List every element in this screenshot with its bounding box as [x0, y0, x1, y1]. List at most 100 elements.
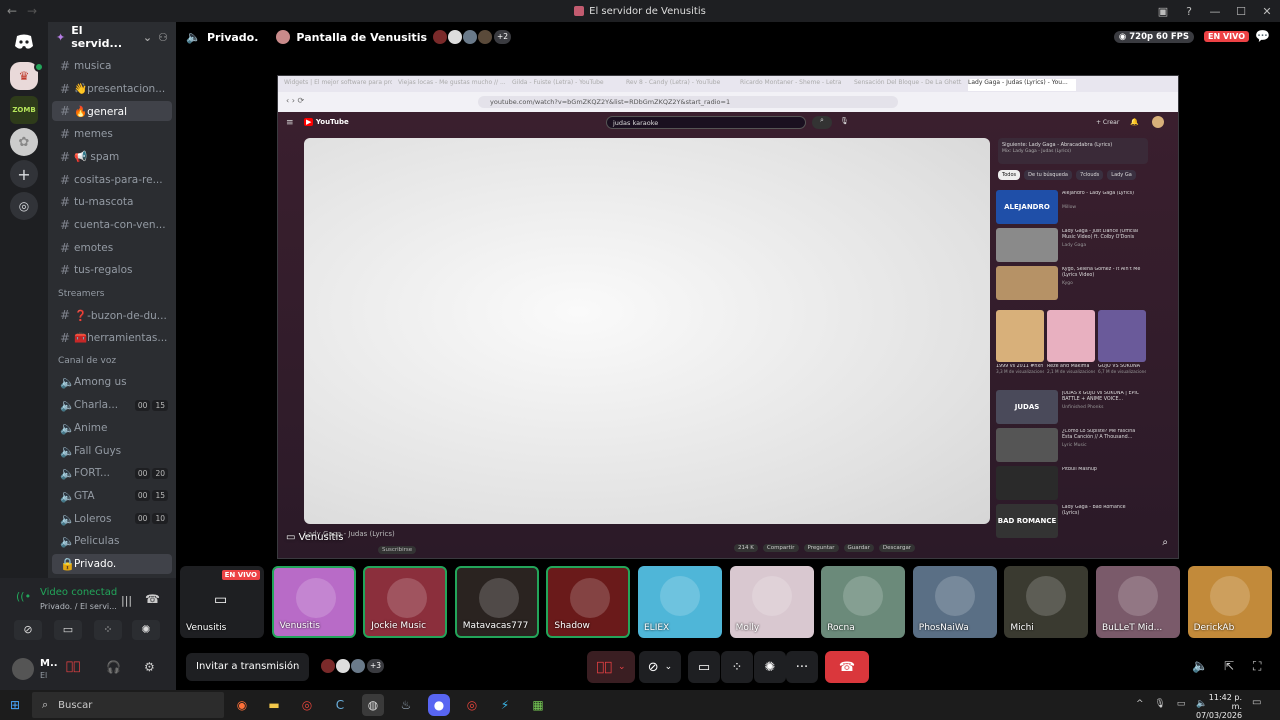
mic-muted-icon[interactable]: 🎙⃠ — [66, 659, 80, 673]
subscribe-button[interactable]: Suscribirse — [378, 546, 417, 554]
related-video[interactable]: BAD ROMANCE Lady Gaga - Bad Romance (Lyri… — [996, 504, 1146, 538]
chrome-icon-2[interactable]: ◎ — [461, 694, 483, 716]
short-thumbnail[interactable] — [1047, 310, 1095, 362]
firefox-icon[interactable]: ◉ — [231, 694, 253, 716]
filter-chip[interactable]: 7clouds — [1075, 170, 1104, 180]
chat-bubble-icon[interactable]: 💬 — [1255, 29, 1270, 43]
short-video[interactable]: GOJO VS SUKUNA 6,7 M de visualizaciones — [1098, 310, 1146, 386]
notifications-icon[interactable]: ▭ — [1252, 697, 1261, 708]
category-voice[interactable]: Canal de voz — [58, 356, 116, 366]
text-channel[interactable]: # 🧰herramientas... — [52, 328, 172, 348]
server-avatar-zombies[interactable]: ZOMB — [10, 96, 38, 124]
participant-tile[interactable]: Shadow — [546, 566, 631, 638]
related-video[interactable]: ¿Cómo Lo Supiste? Me Fascina Esta Canció… — [996, 428, 1146, 462]
short-video[interactable]: Reze and Makima 2,1 M de visualizaciones — [1047, 310, 1095, 386]
voice-channel-sub[interactable]: Privado. / El servi... — [40, 602, 117, 611]
invite-to-stream-button[interactable]: Invitar a transmisión — [186, 653, 310, 681]
related-video[interactable]: Pitbull Mashup — [996, 466, 1146, 500]
video-thumbnail[interactable] — [996, 266, 1058, 300]
more-options-button[interactable]: ··· — [786, 651, 818, 683]
share-screen-button[interactable]: ▭ — [688, 651, 720, 683]
text-channel[interactable]: # emotes — [52, 238, 172, 258]
voice-channel[interactable]: 🔈 Among us — [52, 372, 172, 392]
video-thumbnail[interactable] — [996, 428, 1058, 462]
participant-tile[interactable]: Matavacas777 — [454, 566, 539, 638]
voice-channel[interactable]: 🔈 Peliculas — [52, 531, 172, 551]
text-channel[interactable]: # musica — [52, 56, 172, 76]
participant-tile[interactable]: PhosNaiWa — [912, 566, 997, 638]
short-thumbnail[interactable] — [996, 310, 1044, 362]
activities-button[interactable]: ⁘ — [721, 651, 753, 683]
text-channel[interactable]: # 🔥general — [52, 101, 172, 122]
file-explorer-icon[interactable]: ▬ — [263, 694, 285, 716]
text-channel[interactable]: # tus-regalos — [52, 260, 172, 280]
voice-channel[interactable]: 🔈 Fall Guys — [52, 441, 172, 461]
c-app-icon[interactable]: C — [329, 694, 351, 716]
quality-badge[interactable]: ◉ 720p 60 FPS — [1113, 31, 1194, 43]
camera-off-icon[interactable]: ⊘ — [14, 620, 42, 640]
youtube-search-input[interactable]: judas karaoke — [606, 116, 806, 129]
activities-icon[interactable]: ⁘ — [94, 620, 122, 640]
server-header[interactable]: ✦ El servid... ⌄ ⚇ — [48, 22, 176, 52]
related-video[interactable]: JUDAS JUDAS x GOJO vs SUKUNA | EPIC BATTL… — [996, 390, 1146, 424]
video-thumbnail[interactable]: BAD ROMANCE — [996, 504, 1058, 538]
bell-icon[interactable]: 🔔 — [1130, 118, 1139, 126]
hamburger-icon[interactable]: ≡ — [286, 118, 294, 128]
chrome-icon[interactable]: ◎ — [296, 694, 318, 716]
voice-channel[interactable]: 🔒 Privado. — [52, 554, 172, 574]
fullscreen-icon[interactable]: ⛶ — [1253, 659, 1261, 674]
short-thumbnail[interactable] — [1098, 310, 1146, 362]
mic-icon[interactable]: 🎙 — [840, 117, 849, 125]
close-button[interactable]: ✕ — [1254, 5, 1280, 18]
video-action-button[interactable]: Preguntar — [803, 544, 839, 552]
minimize-button[interactable]: — — [1202, 5, 1228, 18]
filter-chip[interactable]: Lady Ga — [1107, 170, 1136, 180]
video-action-button[interactable]: Guardar — [843, 544, 874, 552]
account-avatar[interactable] — [1152, 116, 1164, 128]
video-action-button[interactable]: Compartir — [762, 544, 799, 552]
windows-start-icon[interactable]: ⊞ — [4, 694, 26, 716]
popout-icon[interactable]: ⇱ — [1224, 659, 1234, 673]
filter-chip[interactable]: Todos — [998, 170, 1021, 180]
camera-toggle-button[interactable]: ⊘ ⌄ — [639, 651, 681, 683]
browser-tab[interactable]: Lady Gaga - Judas (Lyrics) - You... — [968, 79, 1076, 91]
browser-back-icon[interactable]: ‹ › ⟳ — [286, 96, 304, 105]
short-video[interactable]: 1999 vs 2011 #hxh 3,3 M de visualizacione… — [996, 310, 1044, 386]
soundboard-icon[interactable]: ✺ — [132, 620, 160, 640]
participant-tile[interactable]: Molly — [729, 566, 814, 638]
video-thumbnail[interactable]: ALEJANDRO — [996, 190, 1058, 224]
voice-channel[interactable]: 🔈 GTA 00 15 — [52, 486, 172, 506]
like-button[interactable]: 214 K — [734, 544, 758, 552]
text-channel[interactable]: # ❓-buzon-de-du... — [52, 305, 172, 325]
create-button[interactable]: + Crear — [1096, 119, 1119, 126]
related-video[interactable]: Lady Gaga - Just Dance (Official Music V… — [996, 228, 1146, 262]
search-icon[interactable]: ⌕ — [812, 116, 832, 129]
browser-tab[interactable]: Ricardo Montaner - Sheme - Letra — [740, 79, 848, 91]
browser-tab[interactable]: Rev 8 - Candy (Letra) - YouTube — [626, 79, 734, 91]
headset-icon[interactable]: 🎧 — [106, 660, 121, 674]
voice-channel[interactable]: 🔈 Loleros 00 10 — [52, 509, 172, 529]
browser-tab[interactable]: Viejas locas - Me gustas mucho // ... — [398, 79, 506, 91]
screen-share-icon[interactable]: ▭ — [54, 620, 82, 640]
url-input[interactable]: youtube.com/watch?v=bGmZKQZ2Y&list=RDbGm… — [478, 96, 898, 108]
filter-chip[interactable]: De tu búsqueda — [1024, 170, 1072, 180]
taskbar-search[interactable]: ⌕ Buscar — [32, 692, 224, 718]
video-thumbnail[interactable] — [996, 228, 1058, 262]
participant-tile[interactable]: Jockie Music — [363, 566, 448, 638]
browser-tab[interactable]: Gilda - Fuiste (Letra) - YouTube — [512, 79, 620, 91]
viewers-row[interactable]: +3 — [321, 659, 385, 673]
text-channel[interactable]: # cuenta-con-ven... — [52, 215, 172, 235]
related-video[interactable]: ALEJANDRO Alejandro - Lady Gaga (Lyrics) M… — [996, 190, 1146, 224]
browser-tab[interactable]: Sensación Del Bloque - De La Ghett... — [854, 79, 962, 91]
invite-people-icon[interactable]: ⚇ — [158, 31, 168, 44]
maximize-button[interactable]: ☐ — [1228, 5, 1254, 18]
disconnect-icon[interactable]: ☎ — [145, 592, 160, 606]
video-thumbnail[interactable] — [996, 466, 1058, 500]
screen-share-stream[interactable]: Widgets | El mejor software para pro... V… — [277, 75, 1179, 559]
app-icon[interactable]: ⚡ — [494, 694, 516, 716]
discord-taskbar-icon[interactable]: ● — [428, 694, 450, 716]
related-video[interactable]: Kygo, Selena Gomez - It Ain't Me (Lyrics… — [996, 266, 1146, 300]
zoom-icon[interactable]: ⌕ — [1162, 537, 1168, 548]
voice-channel[interactable]: 🔈 FORT... 00 20 — [52, 463, 172, 483]
discord-home-icon[interactable] — [10, 28, 38, 56]
